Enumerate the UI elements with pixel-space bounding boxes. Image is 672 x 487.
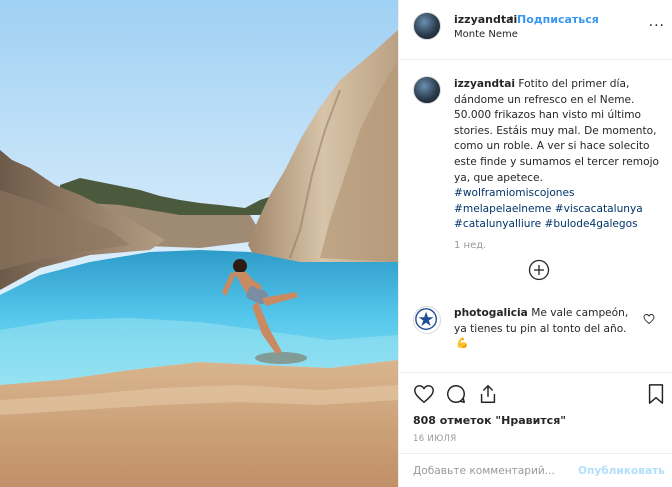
caption-timestamp[interactable]: 1 нед. <box>454 240 486 251</box>
caption-body: Fotito del primer día, dándome un refres… <box>454 78 659 184</box>
comment-like-heart-icon[interactable] <box>643 313 655 325</box>
commenter-avatar[interactable] <box>413 306 441 334</box>
comment-text-block: photogalicia Me vale campeón, ya tienes … <box>454 306 644 337</box>
comment-input[interactable] <box>413 465 583 477</box>
caption-author-avatar[interactable] <box>413 76 441 104</box>
post-actions: 808 отметок "Нравится" 16 ИЮЛЯ Опубликов… <box>399 372 672 487</box>
more-options-icon[interactable]: ... <box>649 14 665 30</box>
save-bookmark-icon[interactable] <box>645 383 667 405</box>
comment-emoji: 💪 <box>456 338 469 349</box>
caption-text-block: izzyandtai Fotito del primer día, dándom… <box>454 77 666 233</box>
hashtag-link[interactable]: #catalunyalliure <box>454 218 541 230</box>
post-side-panel: izzyandtai • Подписаться Monte Neme ... … <box>398 0 672 487</box>
like-heart-icon[interactable] <box>413 383 435 405</box>
post-header: izzyandtai • Подписаться Monte Neme ... <box>399 0 672 60</box>
post-date[interactable]: 16 ИЮЛЯ <box>413 434 456 444</box>
follow-button[interactable]: Подписаться <box>517 13 599 26</box>
separator-dot: • <box>508 12 515 25</box>
hashtag-link[interactable]: #wolframiomiscojones <box>454 187 575 199</box>
location-link[interactable]: Monte Neme <box>454 29 518 40</box>
comment-bubble-icon[interactable] <box>445 383 467 405</box>
hashtag-link[interactable]: #melapelaelneme <box>454 203 551 215</box>
author-avatar[interactable] <box>413 12 441 40</box>
caption-hashtags: #wolframiomiscojones #melapelaelneme #vi… <box>454 186 666 233</box>
star-badge-icon <box>415 308 437 330</box>
publish-button[interactable]: Опубликовать <box>578 465 665 477</box>
add-comment-bar: Опубликовать <box>399 453 672 487</box>
likes-count[interactable]: 808 отметок "Нравится" <box>413 414 566 427</box>
share-icon[interactable] <box>477 383 499 405</box>
hashtag-link[interactable]: #bulode4galegos <box>545 218 638 230</box>
post-photo[interactable] <box>0 0 398 487</box>
load-more-comments-icon[interactable] <box>528 259 550 281</box>
instagram-post: izzyandtai • Подписаться Monte Neme ... … <box>0 0 672 487</box>
commenter-username[interactable]: photogalicia <box>454 307 528 319</box>
hashtag-link[interactable]: #viscacatalunya <box>555 203 643 215</box>
lake-photo-image <box>0 0 398 487</box>
caption-username[interactable]: izzyandtai <box>454 78 515 90</box>
